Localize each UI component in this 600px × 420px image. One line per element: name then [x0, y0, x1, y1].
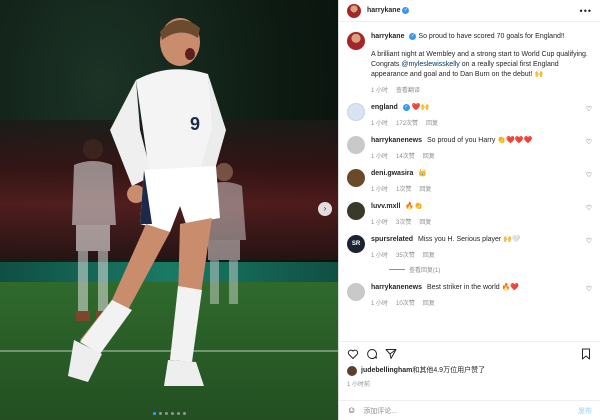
commenter-avatar[interactable] — [347, 202, 365, 220]
commenter-avatar[interactable] — [347, 169, 365, 187]
emoji-icon[interactable]: ☺ — [347, 406, 356, 415]
comment-username[interactable]: deni.gwasira — [371, 170, 413, 177]
commenter-avatar[interactable] — [347, 283, 365, 301]
comment-likes[interactable]: 1次赞 — [396, 184, 411, 193]
post-timestamp: 1 小时前 — [347, 382, 371, 388]
comment-username[interactable]: harrykanenews — [371, 137, 422, 144]
comment-time: 1 小时 — [371, 220, 389, 226]
comment-item: england ✓ ❤️🙌 1 小时 172次赞 回复 ♡ — [347, 103, 592, 127]
comment-item: luvv.mxll 🔥👏 1 小时 3次赞 回复 ♡ — [347, 202, 592, 226]
like-comment-icon[interactable]: ♡ — [582, 105, 592, 127]
comment-item: harrykanenews Best striker in the world … — [347, 283, 592, 307]
caption-emoji: 🙌 — [534, 71, 544, 78]
comment-likes[interactable]: 14次赞 — [396, 151, 415, 160]
likes-summary: judebellingham和其他4.9万位用户赞了 — [347, 366, 592, 376]
comment-likes[interactable]: 172次赞 — [396, 118, 418, 127]
more-options-icon[interactable]: ••• — [580, 6, 592, 16]
comment-username[interactable]: england — [371, 104, 398, 111]
post-comment-button[interactable]: 发布 — [578, 406, 592, 416]
carousel-dot-active — [152, 412, 156, 415]
carousel-dot — [158, 412, 162, 415]
carousel-dots — [0, 412, 338, 415]
comment-time: 1 小时 — [371, 301, 389, 307]
bookmark-icon[interactable] — [580, 348, 592, 360]
reply-button[interactable]: 回复 — [423, 250, 435, 259]
comment-emoji: 🙌🤍 — [503, 236, 521, 243]
commenter-avatar[interactable] — [347, 103, 365, 121]
comment-text: So proud of you Harry — [426, 137, 496, 144]
liker-avatar[interactable] — [347, 366, 357, 376]
likes-count-text[interactable]: 和其他4.9万位用户赞了 — [412, 367, 485, 374]
see-translation-link[interactable]: 查看翻译 — [396, 85, 420, 94]
caption-time: 1 小时 — [371, 88, 389, 94]
liker-username[interactable]: judebellingham — [361, 367, 412, 374]
comment-username[interactable]: spursrelated — [371, 236, 413, 243]
like-comment-icon[interactable]: ♡ — [582, 237, 592, 259]
post-actions: judebellingham和其他4.9万位用户赞了 1 小时前 ☺ 添加评论.… — [339, 341, 600, 420]
comment-text: Miss you H. Serious player — [417, 236, 502, 243]
comment-emoji: 👏❤️❤️❤️ — [497, 137, 533, 144]
like-comment-icon[interactable]: ♡ — [582, 171, 592, 193]
reply-button[interactable]: 回复 — [423, 151, 435, 160]
comment-emoji: 👑 — [418, 170, 428, 177]
share-icon[interactable] — [385, 348, 397, 360]
comment-emoji: 🔥❤️ — [501, 284, 520, 291]
view-replies-label: 查看回复(1) — [409, 268, 441, 274]
post-modal: 9 › harrykane ✓ ••• harrykane ✓ So proud… — [0, 0, 600, 420]
author-username[interactable]: harrykane — [367, 7, 400, 14]
mention-link[interactable]: @myleslewisskelly — [401, 61, 459, 68]
comment-likes[interactable]: 35次赞 — [396, 250, 415, 259]
comment-likes[interactable]: 10次赞 — [396, 298, 415, 307]
comment-username[interactable]: harrykanenews — [371, 284, 422, 291]
comment-time: 1 小时 — [371, 187, 389, 193]
caption-username[interactable]: harrykane — [371, 33, 404, 40]
main-player: 9 — [68, 18, 226, 386]
like-comment-icon[interactable]: ♡ — [582, 285, 592, 307]
post-caption: harrykane ✓ So proud to have scored 70 go… — [347, 32, 592, 94]
caption-text: So proud to have scored 70 goals for Eng… — [418, 33, 565, 40]
comment-likes[interactable]: 3次赞 — [396, 217, 411, 226]
carousel-dot — [182, 412, 186, 415]
comment-icon[interactable] — [366, 348, 378, 360]
comment-item: deni.gwasira 👑 1 小时 1次赞 回复 ♡ — [347, 169, 592, 193]
verified-icon: ✓ — [409, 32, 417, 40]
view-replies-button[interactable]: 查看回复(1) — [389, 265, 592, 274]
verified-icon: ✓ — [402, 7, 410, 14]
reply-button[interactable]: 回复 — [419, 217, 431, 226]
comment-item: SR spursrelated Miss you H. Serious play… — [347, 235, 592, 259]
commenter-avatar[interactable] — [347, 136, 365, 154]
carousel-dot — [170, 412, 174, 415]
comment-username[interactable]: luvv.mxll — [371, 203, 400, 210]
caption-avatar[interactable] — [347, 32, 365, 50]
like-icon[interactable] — [347, 348, 359, 360]
carousel-dot — [164, 412, 168, 415]
like-comment-icon[interactable]: ♡ — [582, 204, 592, 226]
reply-button[interactable]: 回复 — [419, 184, 431, 193]
carousel-dot — [176, 412, 180, 415]
post-side-panel: harrykane ✓ ••• harrykane ✓ So proud to h… — [338, 0, 600, 420]
comment-item: harrykanenews So proud of you Harry 👏❤️❤… — [347, 136, 592, 160]
comments-feed: harrykane ✓ So proud to have scored 70 go… — [339, 23, 600, 340]
comment-time: 1 小时 — [371, 121, 389, 127]
comment-time: 1 小时 — [371, 154, 389, 160]
verified-icon: ✓ — [402, 103, 410, 111]
comment-text: Best striker in the world — [426, 284, 500, 291]
replies-divider — [389, 269, 405, 270]
comment-time: 1 小时 — [371, 253, 389, 259]
post-header: harrykane ✓ ••• — [339, 0, 600, 22]
reply-button[interactable]: 回复 — [426, 118, 438, 127]
add-comment-bar: ☺ 添加评论... 发布 — [339, 400, 600, 420]
author-avatar[interactable] — [347, 3, 361, 18]
next-photo-button[interactable]: › — [318, 202, 332, 216]
post-photo: 9 › — [0, 0, 338, 420]
commenter-avatar[interactable]: SR — [347, 235, 365, 253]
comment-emoji: ❤️🙌 — [411, 104, 430, 111]
like-comment-icon[interactable]: ♡ — [582, 138, 592, 160]
comment-input[interactable]: 添加评论... — [363, 406, 571, 416]
svg-text:9: 9 — [190, 114, 200, 134]
reply-button[interactable]: 回复 — [423, 298, 435, 307]
caption-paragraph-b: on a really special first England appear… — [371, 61, 559, 78]
comment-emoji: 🔥👏 — [405, 203, 423, 210]
